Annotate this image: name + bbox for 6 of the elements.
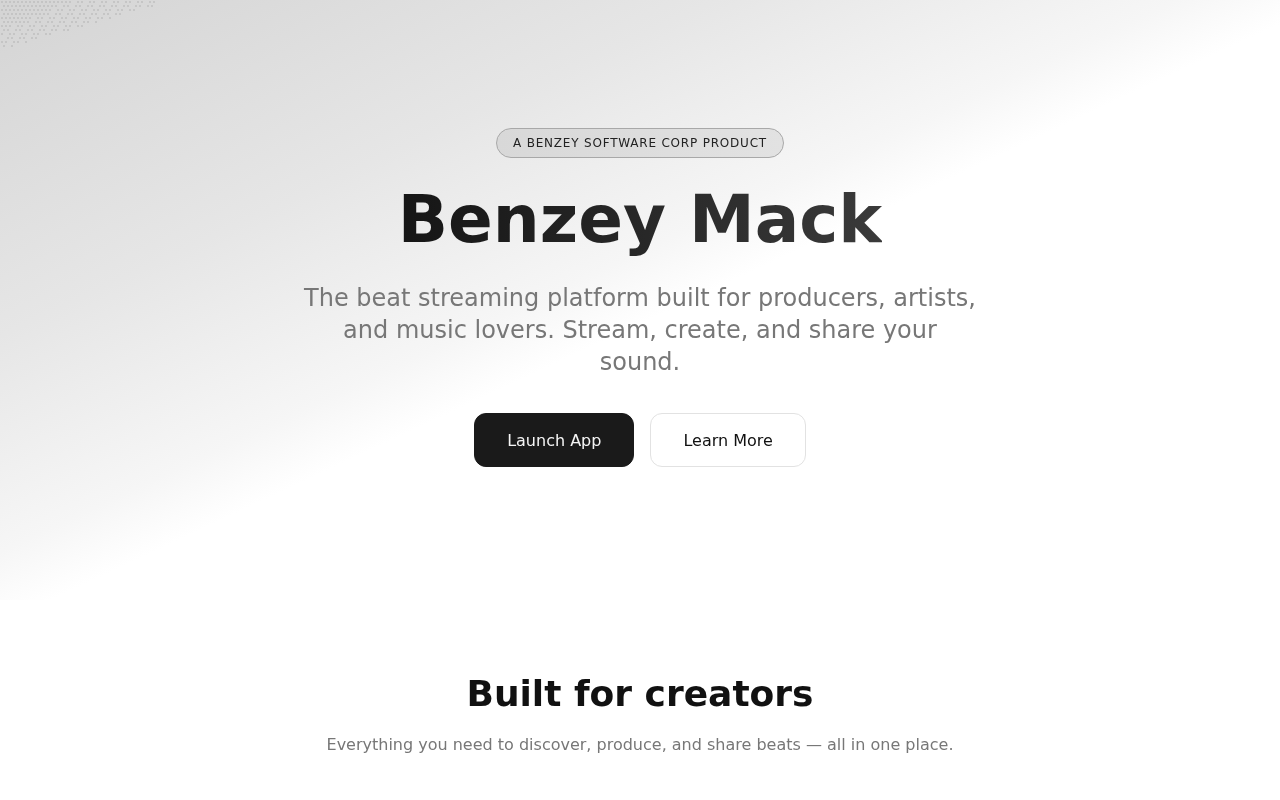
secondary-button[interactable]: Learn More <box>650 413 806 467</box>
primary-button[interactable]: Launch App <box>474 413 635 467</box>
section-subheading: Everything you need to discover, produce, and share beats — all in one place. <box>326 734 954 756</box>
section-heading: Built for creators <box>466 672 814 716</box>
hero-tagline: The beat streaming platform built for producers, artists, and music lovers. Stream, create, and share your sound. <box>303 283 977 378</box>
product-badge: A BENZEY SOFTWARE CORP PRODUCT <box>496 128 784 158</box>
